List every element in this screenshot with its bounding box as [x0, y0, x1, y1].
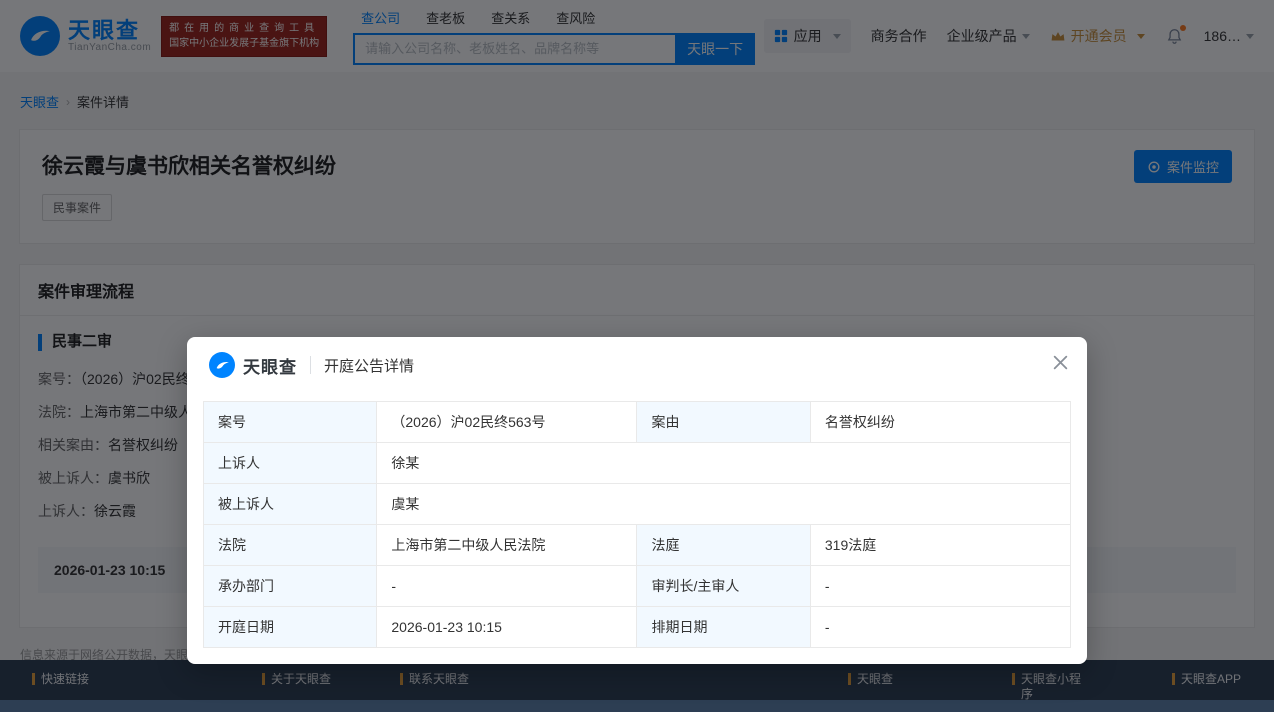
value-chief-judge: -	[809, 565, 1072, 607]
label-appellant: 上诉人	[202, 442, 378, 484]
label-appellee: 被上诉人	[202, 483, 378, 525]
value-court: 上海市第二中级人民法院	[376, 524, 638, 566]
modal-close-button[interactable]	[1052, 354, 1069, 371]
label-court: 法院	[202, 524, 378, 566]
modal-title: 开庭公告详情	[324, 357, 415, 375]
modal-header-divider	[310, 356, 311, 374]
modal-brand: 天眼查	[243, 357, 297, 377]
label-department: 承办部门	[202, 565, 378, 607]
table-row: 被上诉人 虞某	[202, 483, 1071, 525]
table-row: 案号 （2026）沪02民终563号 案由 名誉权纠纷	[202, 401, 1072, 443]
value-courtroom: 319法庭	[809, 524, 1072, 566]
label-courtroom: 法庭	[636, 524, 811, 566]
table-row: 上诉人 徐某	[202, 442, 1071, 484]
table-row: 承办部门 - 审判长/主审人 -	[202, 565, 1072, 607]
value-schedule-date: -	[809, 606, 1072, 648]
value-appellant: 徐某	[376, 442, 1071, 484]
value-hearing-date: 2026-01-23 10:15	[376, 606, 638, 648]
label-schedule-date: 排期日期	[636, 606, 811, 648]
table-row: 开庭日期 2026-01-23 10:15 排期日期 -	[202, 606, 1072, 648]
label-hearing-date: 开庭日期	[202, 606, 378, 648]
label-case-number: 案号	[202, 401, 378, 443]
label-chief-judge: 审判长/主审人	[636, 565, 811, 607]
value-cause: 名誉权纠纷	[809, 401, 1072, 443]
modal-header: 天眼查 开庭公告详情	[187, 337, 1087, 393]
modal-logo-icon	[209, 352, 235, 378]
value-case-number: （2026）沪02民终563号	[376, 401, 638, 443]
hearing-detail-table: 案号 （2026）沪02民终563号 案由 名誉权纠纷 上诉人 徐某 被上诉人 …	[202, 401, 1072, 648]
value-department: -	[376, 565, 638, 607]
label-cause: 案由	[636, 401, 811, 443]
table-row: 法院 上海市第二中级人民法院 法庭 319法庭	[202, 524, 1072, 566]
hearing-detail-modal: 天眼查 开庭公告详情 案号 （2026）沪02民终563号 案由 名誉权纠纷 上…	[187, 337, 1087, 664]
value-appellee: 虞某	[376, 483, 1071, 525]
